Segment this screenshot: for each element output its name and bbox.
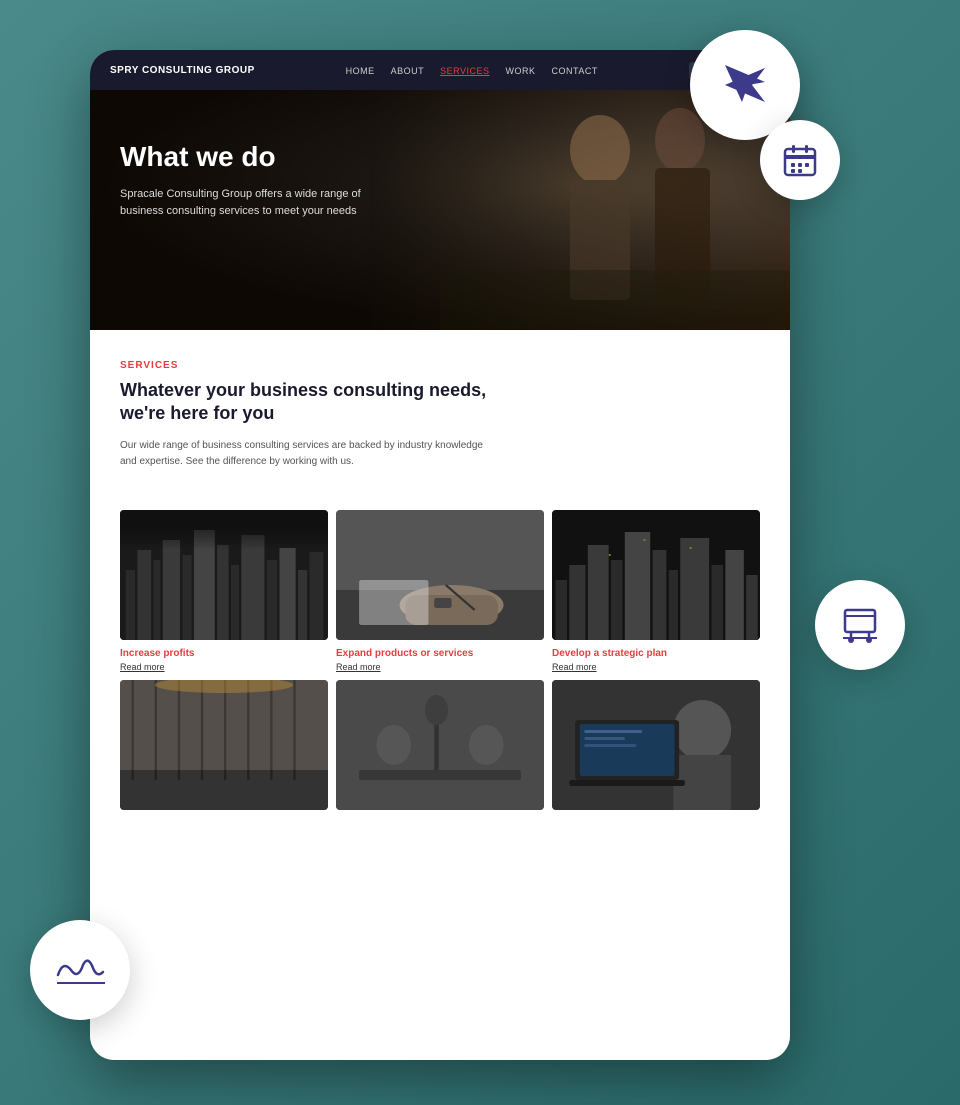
card1-read-more[interactable]: Read more [120,662,328,672]
calendar-icon [781,141,819,179]
grid-item-5 [336,680,544,818]
hero-subtitle: Spracale Consulting Group offers a wide … [120,186,400,221]
hero-title: What we do [120,140,760,174]
device-frame: SPRY CONSULTING GROUP HOME ABOUT SERVICE… [90,50,790,1060]
grid-image-city2 [552,510,760,640]
hero-section: What we do Spracale Consulting Group off… [90,90,790,330]
grid-item-1: Increase profits Read more [120,510,328,672]
card2-title: Expand products or services [336,648,544,659]
brand-name: SPRY CONSULTING GROUP [110,65,255,76]
card1-title: Increase profits [120,648,328,659]
send-icon [720,60,770,110]
services-title: Whatever your business consulting needs,… [120,379,500,426]
grid-image-city1 [120,510,328,640]
card3-read-more[interactable]: Read more [552,662,760,672]
hero-content: What we do Spracale Consulting Group off… [90,90,790,251]
nav-about[interactable]: ABOUT [391,61,425,79]
nav-links: HOME ABOUT SERVICES WORK CONTACT [346,61,598,79]
grid-image-meeting [336,680,544,810]
grid-item-3: Develop a strategic plan Read more [552,510,760,672]
floating-calendar-circle[interactable] [760,120,840,200]
floating-cart-circle[interactable] [815,580,905,670]
card3-title: Develop a strategic plan [552,648,760,659]
services-grid: Increase profits Read more [90,510,790,838]
nav-home[interactable]: HOME [346,61,375,79]
card2-read-more[interactable]: Read more [336,662,544,672]
cart-icon [837,602,883,648]
grid-image-office [120,680,328,810]
grid-image-laptop [552,680,760,810]
grid-item-6 [552,680,760,818]
navbar: SPRY CONSULTING GROUP HOME ABOUT SERVICE… [90,50,790,90]
services-section: SERVICES Whatever your business consulti… [90,330,790,510]
grid-item-2: Expand products or services Read more [336,510,544,672]
nav-contact[interactable]: CONTACT [552,61,598,79]
grid-item-4 [120,680,328,818]
signature-icon [53,950,108,990]
nav-work[interactable]: WORK [506,61,536,79]
floating-signature-circle[interactable] [30,920,130,1020]
nav-services[interactable]: SERVICES [440,61,489,79]
services-description: Our wide range of business consulting se… [120,438,500,470]
grid-image-writing [336,510,544,640]
services-label: SERVICES [120,360,760,371]
